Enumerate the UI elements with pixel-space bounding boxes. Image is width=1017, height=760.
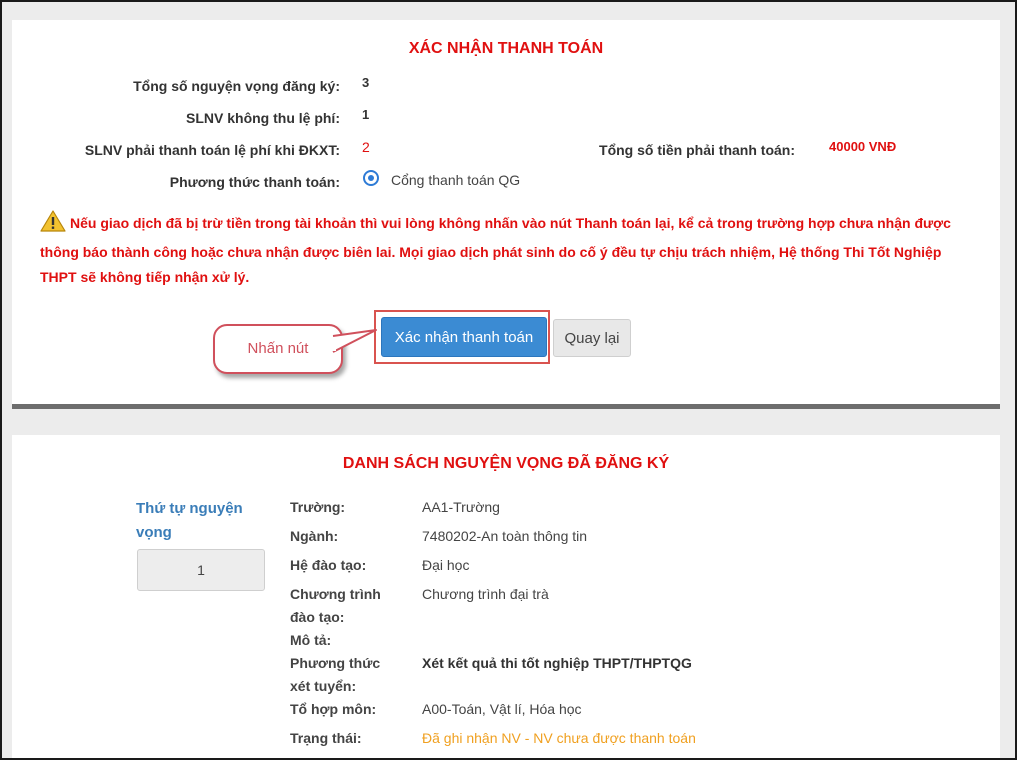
payment-method-radio[interactable] [363, 170, 379, 186]
warning-icon [40, 210, 66, 240]
payment-title: XÁC NHẬN THANH TOÁN [408, 40, 604, 57]
payment-method-option: Cổng thanh toán QG [391, 172, 521, 188]
paid-wishes-label: SLNV phải thanh toán lệ phí khi ĐKXT: [84, 142, 340, 158]
instruction-callout: Nhấn nút [213, 324, 343, 374]
total-wishes-label: Tổng số nguyện vọng đăng ký: [133, 78, 340, 94]
paid-wishes-value: 2 [362, 139, 370, 155]
wishes-list-title: DANH SÁCH NGUYỆN VỌNG ĐÃ ĐĂNG KÝ [342, 455, 670, 472]
free-wishes-value: 1 [362, 107, 370, 122]
admission-method-label: Phương thức xét tuyển: [290, 655, 381, 694]
subject-combo-value: A00-Toán, Vật lí, Hóa học [422, 701, 582, 717]
payment-warning: Nếu giao dịch đã bị trừ tiền trong tài k… [40, 210, 970, 290]
payment-method-label: Phương thức thanh toán: [169, 174, 340, 190]
admission-method-value: Xét kết quả thi tốt nghiệp THPT/THPTQG [422, 655, 692, 671]
subject-combo-label: Tổ hợp môn: [290, 701, 377, 717]
status-value: Đã ghi nhận NV - NV chưa được thanh toán [422, 730, 696, 746]
screenshot-frame: XÁC NHẬN THANH TOÁN Tổng số nguyện vọng … [0, 0, 1017, 760]
level-label: Hệ đào tạo: [290, 557, 367, 573]
callout-pointer [332, 329, 377, 353]
major-label: Ngành: [290, 528, 339, 544]
confirm-payment-button[interactable]: Xác nhận thanh toán [381, 317, 547, 357]
description-label: Mô tả: [290, 632, 332, 648]
level-value: Đại học [422, 557, 470, 573]
status-label: Trạng thái: [290, 730, 362, 746]
school-value: AA1-Trường [422, 499, 500, 515]
total-wishes-value: 3 [362, 75, 370, 90]
wishes-list-panel: DANH SÁCH NGUYỆN VỌNG ĐÃ ĐĂNG KÝ Thứ tự … [12, 435, 1000, 758]
program-value: Chương trình đại trà [422, 586, 549, 602]
major-value: 7480202-An toàn thông tin [422, 528, 588, 544]
warning-text: Nếu giao dịch đã bị trừ tiền trong tài k… [40, 215, 951, 285]
total-amount-label: Tổng số tiền phải thanh toán: [599, 142, 795, 158]
wish-order-value: 1 [137, 549, 265, 591]
total-amount-value: 40000 VNĐ [829, 139, 897, 154]
wish-order-label: Thứ tự nguyện vọng [136, 500, 243, 541]
program-label: Chương trình đào tạo: [290, 586, 381, 625]
back-button[interactable]: Quay lại [553, 319, 631, 357]
payment-confirmation-panel: XÁC NHẬN THANH TOÁN Tổng số nguyện vọng … [12, 20, 1000, 409]
school-label: Trường: [290, 499, 346, 515]
free-wishes-label: SLNV không thu lệ phí: [186, 110, 340, 126]
